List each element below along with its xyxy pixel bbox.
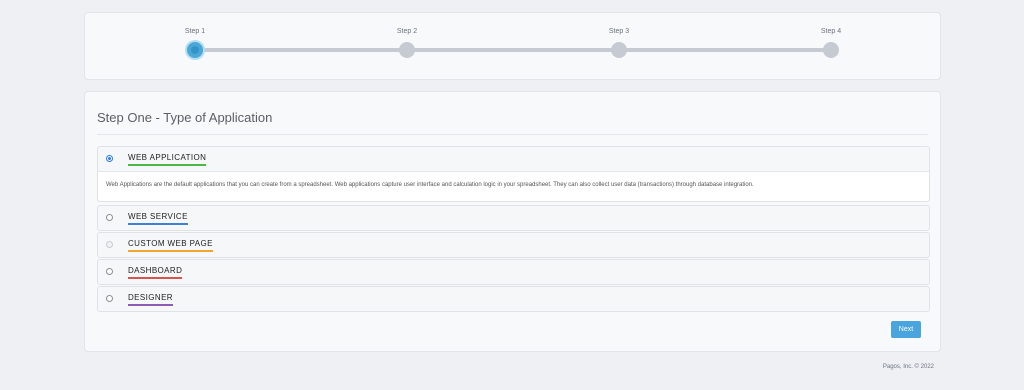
option-web-application[interactable]: WEB APPLICATION Web Applications are the… [97,146,930,202]
step-2-indicator[interactable] [399,42,415,58]
stepper-track [195,48,831,52]
application-type-panel: Step One - Type of Application WEB APPLI… [84,91,941,352]
step-4-label: Step 4 [820,28,842,35]
step-1-label: Step 1 [184,28,206,35]
web-service-label: WEB SERVICE [128,212,188,225]
web-application-radio[interactable] [106,155,113,162]
web-application-description: Web Applications are the default applica… [98,171,929,201]
title-divider [97,134,928,135]
step-2-label: Step 2 [396,28,418,35]
option-web-service[interactable]: WEB SERVICE [97,205,930,231]
option-dashboard[interactable]: DASHBOARD [97,259,930,285]
web-application-label: WEB APPLICATION [128,153,207,166]
next-button[interactable]: Next [891,321,921,338]
page-title: Step One - Type of Application [97,110,273,125]
stepper-panel: Step 1 Step 2 Step 3 Step 4 [84,12,941,80]
option-custom-web-page[interactable]: CUSTOM WEB PAGE [97,232,930,258]
designer-label: DESIGNER [128,293,173,306]
step-4-indicator[interactable] [823,42,839,58]
step-3-label: Step 3 [608,28,630,35]
option-designer-header[interactable]: DESIGNER [98,287,929,311]
designer-radio[interactable] [106,295,113,302]
custom-web-page-label: CUSTOM WEB PAGE [128,239,213,252]
option-web-application-header[interactable]: WEB APPLICATION [98,147,929,171]
dashboard-radio[interactable] [106,268,113,275]
footer-copyright: Pagos, Inc. © 2022 [882,364,934,370]
step-1-indicator[interactable] [187,42,203,58]
custom-web-page-radio[interactable] [106,241,113,248]
option-custom-web-page-header[interactable]: CUSTOM WEB PAGE [98,233,929,257]
step-3-indicator[interactable] [611,42,627,58]
web-service-radio[interactable] [106,214,113,221]
option-web-service-header[interactable]: WEB SERVICE [98,206,929,230]
dashboard-label: DASHBOARD [128,266,183,279]
option-dashboard-header[interactable]: DASHBOARD [98,260,929,284]
option-designer[interactable]: DESIGNER [97,286,930,312]
